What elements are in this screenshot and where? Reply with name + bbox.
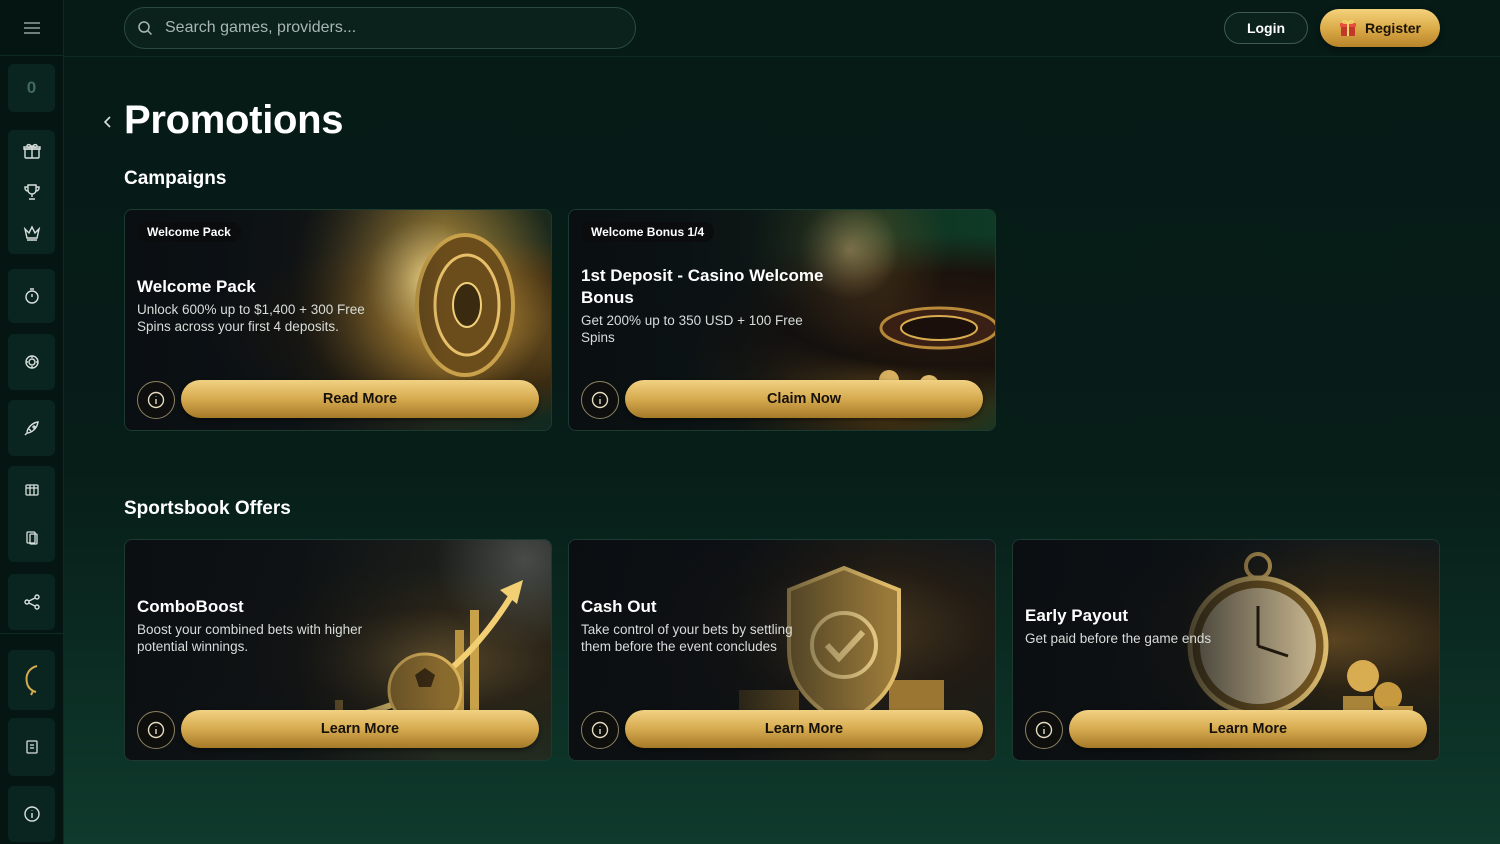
sidebar-item-info[interactable] xyxy=(8,786,55,842)
info-icon xyxy=(591,721,609,739)
info-icon xyxy=(591,391,609,409)
hamburger-menu-button[interactable] xyxy=(0,0,64,56)
promo-info-button[interactable] xyxy=(137,711,175,749)
promo-info-button[interactable] xyxy=(1025,711,1063,749)
sidebar-group-games xyxy=(8,466,55,562)
search-input[interactable] xyxy=(165,19,605,37)
share-icon xyxy=(23,594,40,610)
sidebar: 0 xyxy=(0,0,64,844)
search-bar[interactable] xyxy=(124,7,636,49)
section-title-campaigns: Campaigns xyxy=(124,168,227,189)
sidebar-group-rewards xyxy=(8,130,55,254)
sidebar-item-sports[interactable] xyxy=(8,650,55,710)
learn-more-button[interactable]: Learn More xyxy=(181,710,539,748)
promo-info-button[interactable] xyxy=(581,711,619,749)
stopwatch-icon xyxy=(24,288,39,304)
info-icon xyxy=(147,721,165,739)
promo-description: Take control of your bets by settling th… xyxy=(581,622,793,654)
sidebar-item-slots[interactable] xyxy=(8,472,55,508)
promo-title: ComboBoost xyxy=(137,597,244,616)
sidebar-item-live[interactable] xyxy=(8,269,55,323)
promo-card-welcome-pack: Welcome Pack Welcome Pack Unlock 600% up… xyxy=(124,209,552,431)
read-more-button[interactable]: Read More xyxy=(181,380,539,418)
sidebar-item-bet-slip[interactable] xyxy=(8,718,55,776)
promo-badge: Welcome Bonus 1/4 xyxy=(581,222,715,242)
chip-icon xyxy=(24,355,39,369)
promo-description: Get paid before the game ends xyxy=(1025,631,1212,646)
sidebar-item-cards[interactable] xyxy=(8,520,55,556)
rocket-icon xyxy=(24,421,39,436)
promo-title: Cash Out xyxy=(581,597,657,616)
sidebar-divider xyxy=(0,633,64,634)
promo-info-button[interactable] xyxy=(137,381,175,419)
search-icon xyxy=(138,21,153,36)
promo-badge: Welcome Pack xyxy=(137,222,241,242)
chevron-left-icon xyxy=(104,116,111,128)
sidebar-item-promotions[interactable] xyxy=(8,133,55,169)
promo-description: Boost your combined bets with higher pot… xyxy=(137,622,363,654)
promo-card-cash-out: Cash Out Take control of your bets by se… xyxy=(568,539,996,761)
promo-description: Unlock 600% up to $1,400 + 300 Free Spin… xyxy=(137,302,365,334)
info-icon xyxy=(147,391,165,409)
section-title-sportsbook: Sportsbook Offers xyxy=(124,498,291,519)
promo-description: Get 200% up to 350 USD + 100 Free Spins xyxy=(581,313,803,345)
slot-machine-icon xyxy=(24,484,39,496)
sidebar-item-casino[interactable] xyxy=(8,334,55,390)
promo-info-button[interactable] xyxy=(581,381,619,419)
register-label: Register xyxy=(1364,20,1422,36)
gift-icon xyxy=(22,143,41,159)
info-icon xyxy=(23,806,40,822)
register-button[interactable]: Register xyxy=(1320,9,1440,47)
crown-icon xyxy=(23,225,40,242)
gift-icon xyxy=(1339,20,1356,36)
promo-card-early-payout: Early Payout Get paid before the game en… xyxy=(1012,539,1440,761)
promo-card-first-deposit: Welcome Bonus 1/4 1st Deposit - Casino W… xyxy=(568,209,996,431)
sidebar-item-share[interactable] xyxy=(8,574,55,630)
sidebar-item-crash-games[interactable] xyxy=(8,400,55,456)
learn-more-button[interactable]: Learn More xyxy=(625,710,983,748)
hamburger-icon xyxy=(24,21,40,34)
cards-icon xyxy=(25,531,38,545)
ticket-icon xyxy=(25,740,38,754)
promo-title: Early Payout xyxy=(1025,606,1128,625)
promo-title: Welcome Pack xyxy=(137,277,256,296)
topbar: Login Register xyxy=(64,0,1500,57)
promo-card-comboboost: ComboBoost Boost your combined bets with… xyxy=(124,539,552,761)
login-button[interactable]: Login xyxy=(1224,12,1308,44)
balance-box[interactable]: 0 xyxy=(8,64,55,112)
claim-now-button[interactable]: Claim Now xyxy=(625,380,983,418)
crescent-logo-icon xyxy=(25,665,37,696)
sidebar-item-tournaments[interactable] xyxy=(8,174,55,210)
learn-more-button[interactable]: Learn More xyxy=(1069,710,1427,748)
info-icon xyxy=(1035,721,1053,739)
trophy-icon xyxy=(23,184,40,200)
balance-value: 0 xyxy=(26,78,37,97)
sidebar-item-vip[interactable] xyxy=(8,215,55,251)
back-button[interactable] xyxy=(100,112,116,132)
page-title: Promotions xyxy=(124,98,344,142)
promo-title: 1st Deposit - Casino Welcome Bonus xyxy=(581,266,824,307)
